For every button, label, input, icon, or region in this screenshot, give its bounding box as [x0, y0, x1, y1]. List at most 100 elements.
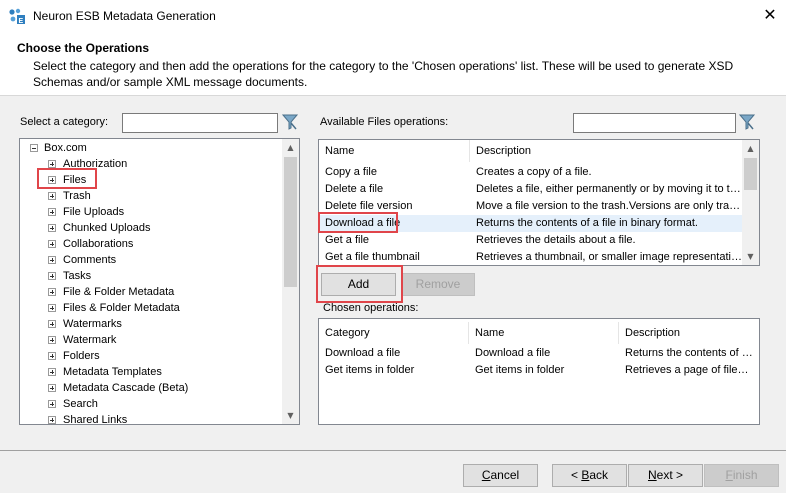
tree-item-label: Metadata Templates: [63, 366, 162, 378]
operations-filter-icon[interactable]: [738, 113, 756, 131]
available-operations-list[interactable]: Name Description Copy a file Creates a c…: [318, 139, 760, 266]
tree-item-label: Files: [63, 174, 87, 186]
tree-item-label: Files & Folder Metadata: [63, 302, 180, 314]
operation-name: Download a file: [325, 217, 401, 229]
tree-item-label: Comments: [63, 254, 117, 266]
expand-icon[interactable]: [48, 384, 56, 392]
column-header-category[interactable]: Category: [319, 322, 469, 344]
expand-icon[interactable]: [48, 336, 56, 344]
next-label: ext >: [656, 468, 684, 482]
next-accel: N: [647, 468, 657, 482]
column-header-description[interactable]: Description: [619, 322, 759, 344]
operation-name: Delete a file: [325, 183, 384, 195]
tree-item-label: File Uploads: [63, 206, 125, 218]
add-button[interactable]: Add: [321, 273, 396, 296]
next-button[interactable]: Next >: [628, 464, 703, 487]
operation-name: Get a file: [325, 234, 370, 246]
tree-item-label: Authorization: [63, 158, 128, 170]
table-row[interactable]: Copy a file Creates a copy of a file.: [319, 164, 742, 181]
collapse-icon[interactable]: [30, 144, 38, 152]
tree-item-label: Collaborations: [63, 238, 134, 250]
tree-root-label: Box.com: [44, 142, 87, 154]
tree-item-label: Folders: [63, 350, 100, 362]
expand-icon[interactable]: [48, 272, 56, 280]
chosen-name: Download a file: [475, 347, 551, 359]
expand-icon[interactable]: [48, 352, 56, 360]
back-button[interactable]: < Back: [552, 464, 627, 487]
scroll-up-icon[interactable]: ▲: [742, 140, 759, 157]
tree-item-label: File & Folder Metadata: [63, 286, 175, 298]
cancel-label: ancel: [490, 468, 520, 482]
scroll-down-icon[interactable]: ▼: [282, 407, 299, 424]
category-scrollbar[interactable]: ▲ ▼: [282, 139, 299, 424]
expand-icon[interactable]: [48, 192, 56, 200]
operation-name: Copy a file: [325, 166, 377, 178]
operation-description: Retrieves a thumbnail, or smaller image …: [476, 251, 742, 263]
table-row[interactable]: Download a file Download a file Returns …: [319, 345, 759, 362]
category-search-input[interactable]: [122, 113, 278, 133]
category-tree[interactable]: Box.com Authorization Files Trash File U…: [19, 138, 300, 425]
column-header-name[interactable]: Name: [319, 140, 470, 162]
column-header-description[interactable]: Description: [470, 140, 742, 162]
expand-icon[interactable]: [48, 400, 56, 408]
available-label: Available Files operations:: [320, 116, 449, 128]
chosen-name: Get items in folder: [475, 364, 565, 376]
expand-icon[interactable]: [48, 224, 56, 232]
table-row[interactable]: Get a file thumbnail Retrieves a thumbna…: [319, 249, 742, 265]
back-label: ack: [589, 468, 609, 482]
column-header-name[interactable]: Name: [469, 322, 619, 344]
expand-icon[interactable]: [48, 304, 56, 312]
operations-search-input[interactable]: [573, 113, 736, 133]
expand-icon[interactable]: [48, 320, 56, 328]
category-label: Select a category:: [20, 116, 109, 128]
table-row[interactable]: Get items in folder Get items in folder …: [319, 362, 759, 379]
scroll-up-icon[interactable]: ▲: [282, 139, 299, 156]
operation-name: Delete file version: [325, 200, 413, 212]
tree-item-label: Metadata Cascade (Beta): [63, 382, 189, 394]
back-prefix: <: [570, 468, 582, 482]
window-title: Neuron ESB Metadata Generation: [33, 9, 216, 23]
scroll-thumb[interactable]: [284, 157, 297, 287]
table-row[interactable]: Get a file Retrieves the details about a…: [319, 232, 742, 249]
expand-icon[interactable]: [48, 416, 56, 424]
svg-text:E: E: [19, 18, 24, 24]
finish-label: inish: [732, 468, 758, 482]
chosen-description: Retrieves a page of files and folders in…: [625, 364, 753, 376]
tree-item-label: Watermark: [63, 334, 117, 346]
expand-icon[interactable]: [48, 256, 56, 264]
page-title: Choose the Operations: [17, 41, 150, 55]
table-row-selected[interactable]: Download a file Returns the contents of …: [319, 215, 742, 232]
table-row[interactable]: Delete a file Deletes a file, either per…: [319, 181, 742, 198]
expand-icon[interactable]: [48, 240, 56, 248]
category-filter-icon[interactable]: [281, 113, 299, 131]
chosen-description: Returns the contents of a file in binary…: [625, 347, 753, 359]
tree-item-label: Trash: [63, 190, 91, 202]
remove-button[interactable]: Remove: [401, 273, 475, 296]
chosen-category: Download a file: [325, 347, 401, 359]
tree-item-label: Shared Links: [63, 414, 128, 424]
chosen-category: Get items in folder: [325, 364, 415, 376]
expand-icon[interactable]: [48, 368, 56, 376]
tree-item-label: Search: [63, 398, 98, 410]
scroll-down-icon[interactable]: ▼: [742, 248, 759, 265]
expand-icon[interactable]: [48, 176, 56, 184]
operations-scrollbar[interactable]: ▲ ▼: [742, 140, 759, 265]
tree-item-label: Tasks: [63, 270, 92, 282]
expand-icon[interactable]: [48, 160, 56, 168]
tree-item-label: Chunked Uploads: [63, 222, 151, 234]
tree-item-label: Watermarks: [63, 318, 122, 330]
close-icon[interactable]: ✕: [760, 5, 780, 25]
operation-description: Move a file version to the trash.Version…: [476, 200, 742, 212]
chosen-operations-list[interactable]: Category Name Description Download a fil…: [318, 318, 760, 425]
app-icon: E: [9, 8, 25, 24]
finish-button[interactable]: Finish: [704, 464, 779, 487]
finish-accel: F: [725, 468, 733, 482]
scroll-thumb[interactable]: [744, 158, 757, 190]
footer-divider: [0, 450, 786, 451]
table-row[interactable]: Delete file version Move a file version …: [319, 198, 742, 215]
cancel-button[interactable]: Cancel: [463, 464, 538, 487]
operation-description: Returns the contents of a file in binary…: [476, 217, 698, 229]
expand-icon[interactable]: [48, 208, 56, 216]
expand-icon[interactable]: [48, 288, 56, 296]
operation-description: Retrieves the details about a file.: [476, 234, 636, 246]
